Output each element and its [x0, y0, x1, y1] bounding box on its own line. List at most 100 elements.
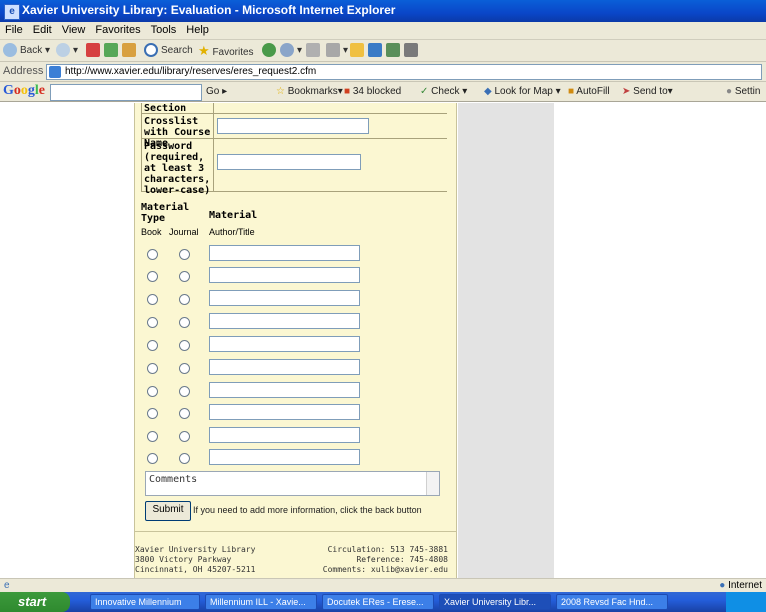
- footer-comments-email: Comments: xulib@xavier.edu: [322, 565, 448, 574]
- footer-city: Cincinnati, OH 45207-5211: [135, 565, 256, 574]
- home-button[interactable]: [122, 43, 139, 59]
- menu-help[interactable]: Help: [181, 22, 214, 36]
- journal-radio[interactable]: [179, 453, 190, 464]
- google-go-button[interactable]: Go ▸: [206, 86, 227, 97]
- journal-radio[interactable]: [179, 340, 190, 351]
- author-title-input[interactable]: [209, 245, 360, 261]
- comments-scrollbar[interactable]: [426, 472, 439, 495]
- spell-check-button[interactable]: ✓ Check ▾: [420, 86, 467, 97]
- media-button[interactable]: [262, 43, 279, 59]
- menu-tools[interactable]: Tools: [146, 22, 182, 36]
- google-search-input[interactable]: [50, 84, 202, 101]
- refresh-icon: [104, 43, 118, 58]
- send-to-button[interactable]: ➤ Send to▾: [622, 86, 673, 97]
- page-icon: [49, 66, 61, 78]
- menu-view[interactable]: View: [57, 22, 91, 36]
- author-title-input[interactable]: [209, 313, 360, 329]
- journal-radio[interactable]: [179, 271, 190, 282]
- footer-street: 3800 Victory Parkway: [135, 555, 232, 564]
- system-tray[interactable]: [726, 592, 766, 612]
- author-title-input[interactable]: [209, 336, 360, 352]
- print-button[interactable]: ▾: [326, 43, 348, 59]
- taskbar-item[interactable]: Millennium ILL - Xavie...: [205, 594, 317, 610]
- book-radio[interactable]: [147, 294, 158, 305]
- menu-edit[interactable]: Edit: [28, 22, 57, 36]
- submit-button[interactable]: Submit: [145, 501, 191, 521]
- address-url: http://www.xavier.edu/library/reserves/e…: [65, 66, 317, 77]
- book-radio[interactable]: [147, 386, 158, 397]
- book-radio[interactable]: [147, 249, 158, 260]
- book-radio[interactable]: [147, 453, 158, 464]
- folder-button[interactable]: [350, 43, 367, 59]
- book-radio[interactable]: [147, 431, 158, 442]
- journal-radio[interactable]: [179, 431, 190, 442]
- book-radio[interactable]: [147, 408, 158, 419]
- bookmarks-button[interactable]: ☆ Bookmarks▾: [276, 86, 343, 97]
- forward-button[interactable]: ▾: [56, 43, 78, 59]
- page-status-icon: e: [4, 580, 10, 591]
- status-bar: e ● Internet: [0, 578, 766, 592]
- history-icon: [280, 43, 294, 58]
- menu-favorites[interactable]: Favorites: [90, 22, 145, 36]
- author-title-input[interactable]: [209, 404, 360, 420]
- taskbar-item[interactable]: 2008 Revsd Fac Hnd...: [556, 594, 668, 610]
- password-input[interactable]: [217, 154, 361, 170]
- refresh-button[interactable]: [104, 43, 121, 59]
- book-radio[interactable]: [147, 363, 158, 374]
- messenger-icon: [386, 43, 400, 58]
- journal-radio[interactable]: [179, 408, 190, 419]
- author-title-input[interactable]: [209, 449, 360, 465]
- settings-button[interactable]: ● Settin: [726, 86, 760, 97]
- footer-library-name: Xavier University Library: [135, 545, 256, 554]
- journal-radio[interactable]: [179, 294, 190, 305]
- comments-textarea[interactable]: Comments: [145, 471, 440, 496]
- window-title: Xavier University Library: Evaluation - …: [22, 3, 396, 17]
- ie-app-icon: e: [4, 4, 20, 20]
- messenger-button[interactable]: [386, 43, 403, 59]
- menu-file[interactable]: File: [0, 22, 28, 36]
- popup-blocked-button[interactable]: ■ 34 blocked: [344, 86, 401, 97]
- google-logo[interactable]: Google: [3, 83, 45, 99]
- book-radio[interactable]: [147, 271, 158, 282]
- search-button[interactable]: Search: [144, 43, 193, 59]
- journal-radio[interactable]: [179, 317, 190, 328]
- home-icon: [122, 43, 136, 58]
- page-side-column: [458, 103, 554, 578]
- author-title-input[interactable]: [209, 290, 360, 306]
- mail-icon: [306, 43, 320, 58]
- column-divider: [141, 103, 142, 191]
- taskbar-item[interactable]: Xavier University Libr...: [439, 594, 551, 610]
- journal-column-label: Journal: [169, 227, 199, 237]
- journal-radio[interactable]: [179, 249, 190, 260]
- author-title-input[interactable]: [209, 382, 360, 398]
- material-type-header: Material Type: [141, 202, 190, 224]
- discuss-icon: [368, 43, 382, 58]
- taskbar-item[interactable]: Docutek ERes - Erese...: [322, 594, 434, 610]
- autofill-button[interactable]: ■ AutoFill: [568, 86, 610, 97]
- crosslist-input[interactable]: [217, 118, 369, 134]
- discuss-button[interactable]: [368, 43, 385, 59]
- book-radio[interactable]: [147, 317, 158, 328]
- journal-radio[interactable]: [179, 363, 190, 374]
- address-input[interactable]: http://www.xavier.edu/library/reserves/e…: [46, 64, 762, 80]
- research-button[interactable]: [404, 43, 421, 59]
- comments-text: Comments: [149, 474, 198, 485]
- window-title-bar: e Xavier University Library: Evaluation …: [0, 0, 766, 22]
- favorites-button[interactable]: ★ Favorites: [198, 43, 254, 59]
- footer-reference: Reference: 745-4808: [356, 555, 448, 564]
- stop-button[interactable]: [86, 43, 103, 59]
- search-icon: [144, 43, 158, 58]
- author-title-input[interactable]: [209, 427, 360, 443]
- journal-radio[interactable]: [179, 386, 190, 397]
- send-icon: ➤: [622, 86, 631, 97]
- taskbar-item[interactable]: Innovative Millennium: [90, 594, 200, 610]
- google-toolbar: Google Go ▸ ☆ Bookmarks▾ ■ 34 blocked ✓ …: [0, 82, 766, 102]
- author-title-input[interactable]: [209, 267, 360, 283]
- mail-button[interactable]: [306, 43, 323, 59]
- look-for-map-button[interactable]: ◆ Look for Map ▾: [484, 86, 561, 97]
- start-button[interactable]: start: [0, 592, 70, 612]
- author-title-input[interactable]: [209, 359, 360, 375]
- history-button[interactable]: ▾: [280, 43, 302, 59]
- book-radio[interactable]: [147, 340, 158, 351]
- back-button[interactable]: Back ▾: [3, 43, 50, 59]
